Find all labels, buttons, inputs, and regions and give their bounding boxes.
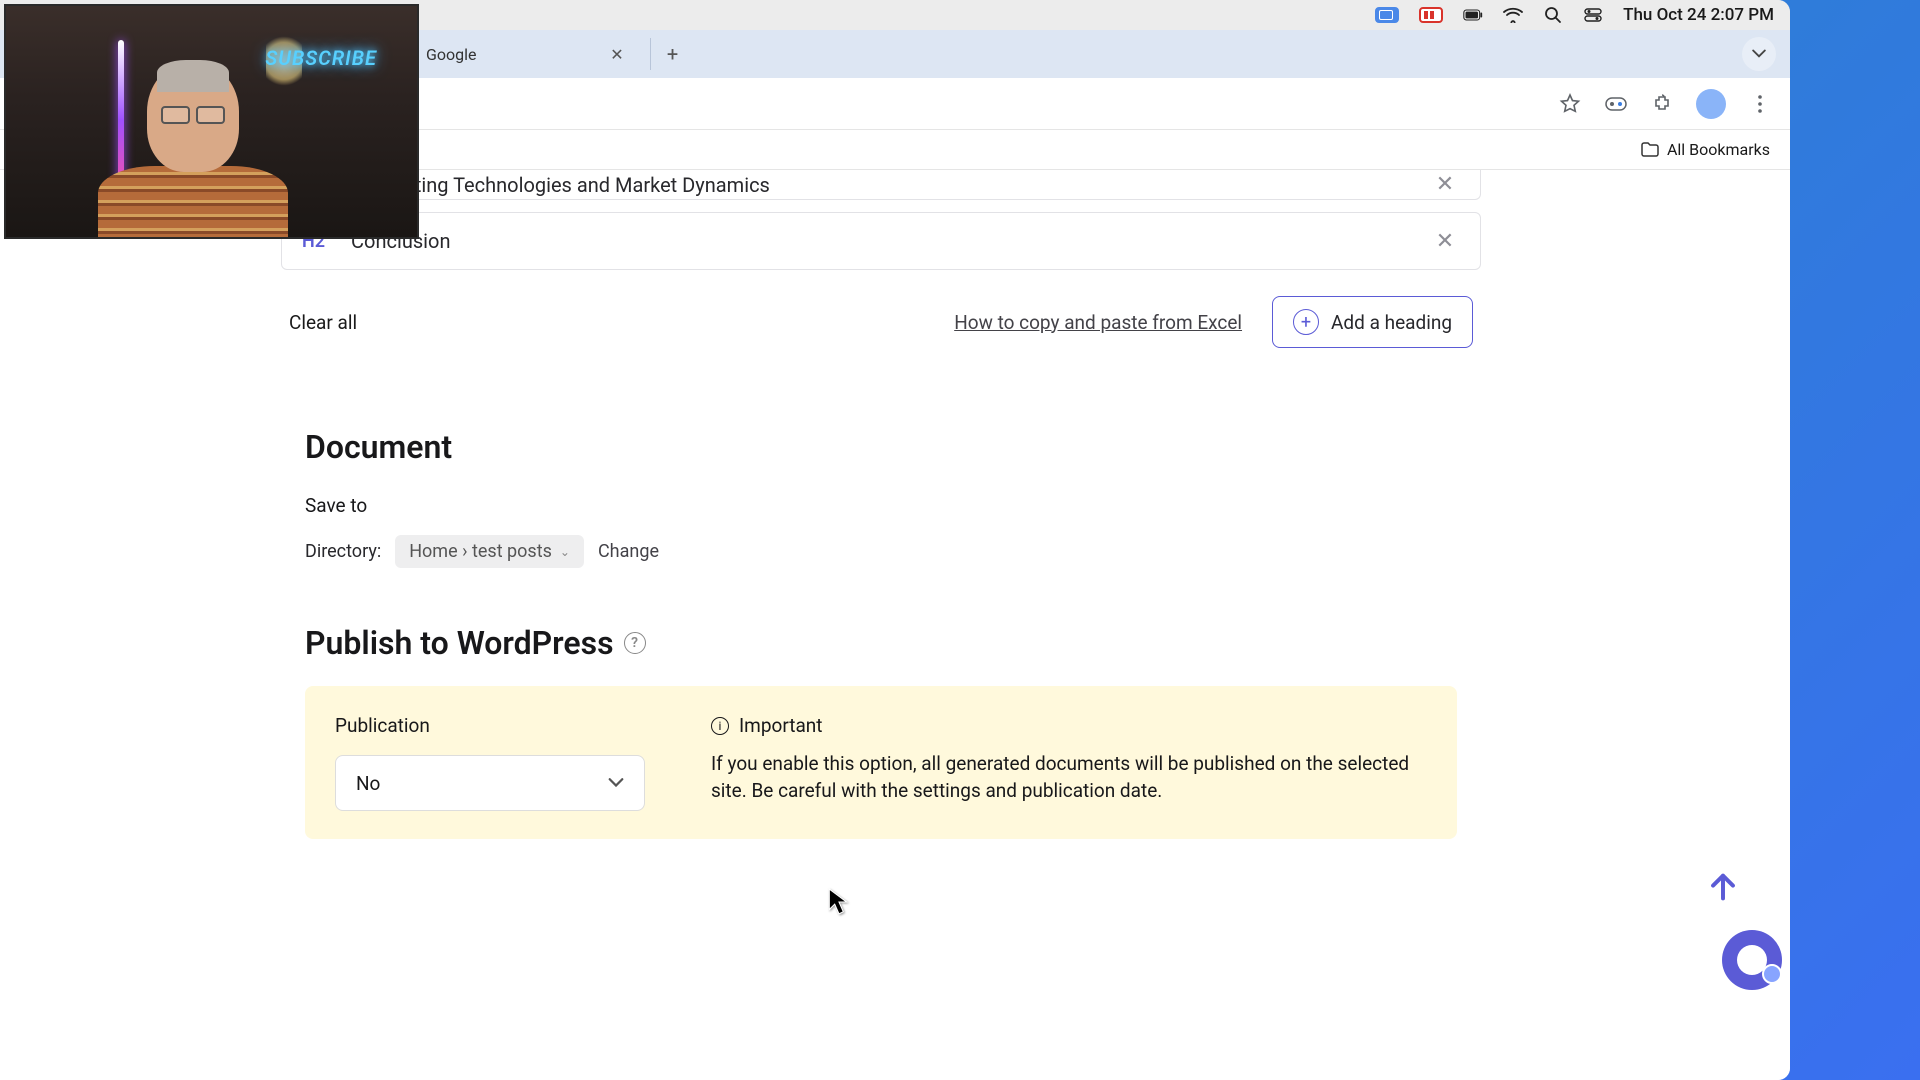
mouse-cursor (828, 888, 850, 916)
heading-row[interactable]: H3 Competing Technologies and Market Dyn… (281, 170, 1481, 200)
important-text: If you enable this option, all generated… (711, 751, 1427, 804)
wifi-icon[interactable] (1503, 5, 1523, 25)
plus-icon: + (1293, 309, 1319, 335)
webcam-overlay: SUBSCRIBE (4, 4, 419, 239)
chat-icon-badge (1762, 964, 1782, 984)
publication-select[interactable]: No (335, 755, 645, 811)
extensions-icon[interactable] (1650, 92, 1674, 116)
publication-value: No (356, 772, 380, 795)
info-icon: i (711, 717, 729, 735)
presenter-silhouette (88, 64, 298, 239)
clear-all-button[interactable]: Clear all (289, 311, 357, 334)
directory-label: Directory: (305, 541, 381, 562)
document-section-title: Document (281, 428, 1481, 466)
directory-path: Home › test posts (409, 541, 552, 562)
spotlight-icon[interactable] (1543, 5, 1563, 25)
heading-text[interactable]: Conclusion (351, 229, 1404, 253)
app-indicator-icon[interactable] (1419, 7, 1443, 23)
directory-row: Directory: Home › test posts ⌄ Change (305, 535, 1457, 568)
directory-selector[interactable]: Home › test posts ⌄ (395, 535, 584, 568)
chevron-down-icon (608, 778, 624, 788)
important-header: i Important (711, 714, 1427, 737)
publish-title-text: Publish to WordPress (305, 624, 614, 662)
important-label: Important (739, 714, 823, 737)
publish-settings-box: Publication No i Important If you enable… (305, 686, 1457, 839)
publish-section-title: Publish to WordPress ? (281, 624, 1481, 662)
control-center-icon[interactable] (1583, 5, 1603, 25)
change-directory-link[interactable]: Change (598, 541, 659, 562)
new-tab-button[interactable]: + (650, 38, 682, 70)
battery-icon[interactable] (1463, 5, 1483, 25)
folder-icon (1641, 142, 1659, 158)
chat-widget-button[interactable] (1722, 930, 1782, 990)
page-content: H3 Competing Technologies and Market Dyn… (0, 170, 1790, 1080)
publication-label: Publication (335, 714, 655, 737)
chevron-down-icon: ⌄ (560, 545, 570, 559)
close-icon[interactable]: ✕ (1430, 226, 1460, 256)
browser-tab-active[interactable]: Google ✕ (410, 34, 640, 74)
tab-search-button[interactable] (1742, 37, 1776, 71)
all-bookmarks-label: All Bookmarks (1667, 140, 1770, 159)
heading-row[interactable]: H2 Conclusion ✕ (281, 212, 1481, 270)
menubar-right: Thu Oct 24 2:07 PM (1375, 5, 1774, 25)
save-to-label: Save to (305, 494, 1457, 517)
bookmark-star-icon[interactable] (1558, 92, 1582, 116)
close-icon[interactable]: ✕ (1430, 170, 1460, 200)
scroll-to-top-button[interactable] (1706, 870, 1740, 904)
close-icon[interactable]: ✕ (610, 47, 624, 61)
menubar-clock[interactable]: Thu Oct 24 2:07 PM (1623, 5, 1774, 25)
heading-text[interactable]: Competing Technologies and Market Dynami… (351, 173, 1404, 197)
tab-title: Google (426, 45, 477, 64)
add-heading-button[interactable]: + Add a heading (1272, 296, 1473, 348)
help-icon[interactable]: ? (624, 632, 646, 654)
all-bookmarks-button[interactable]: All Bookmarks (1641, 140, 1770, 159)
excel-help-link[interactable]: How to copy and paste from Excel (954, 311, 1242, 334)
add-heading-label: Add a heading (1331, 311, 1452, 334)
profile-avatar[interactable] (1696, 89, 1726, 119)
extension-pill-icon[interactable] (1604, 92, 1628, 116)
screen-record-icon[interactable] (1375, 7, 1399, 23)
kebab-menu-icon[interactable] (1748, 92, 1772, 116)
heading-actions-row: Clear all How to copy and paste from Exc… (281, 282, 1481, 368)
